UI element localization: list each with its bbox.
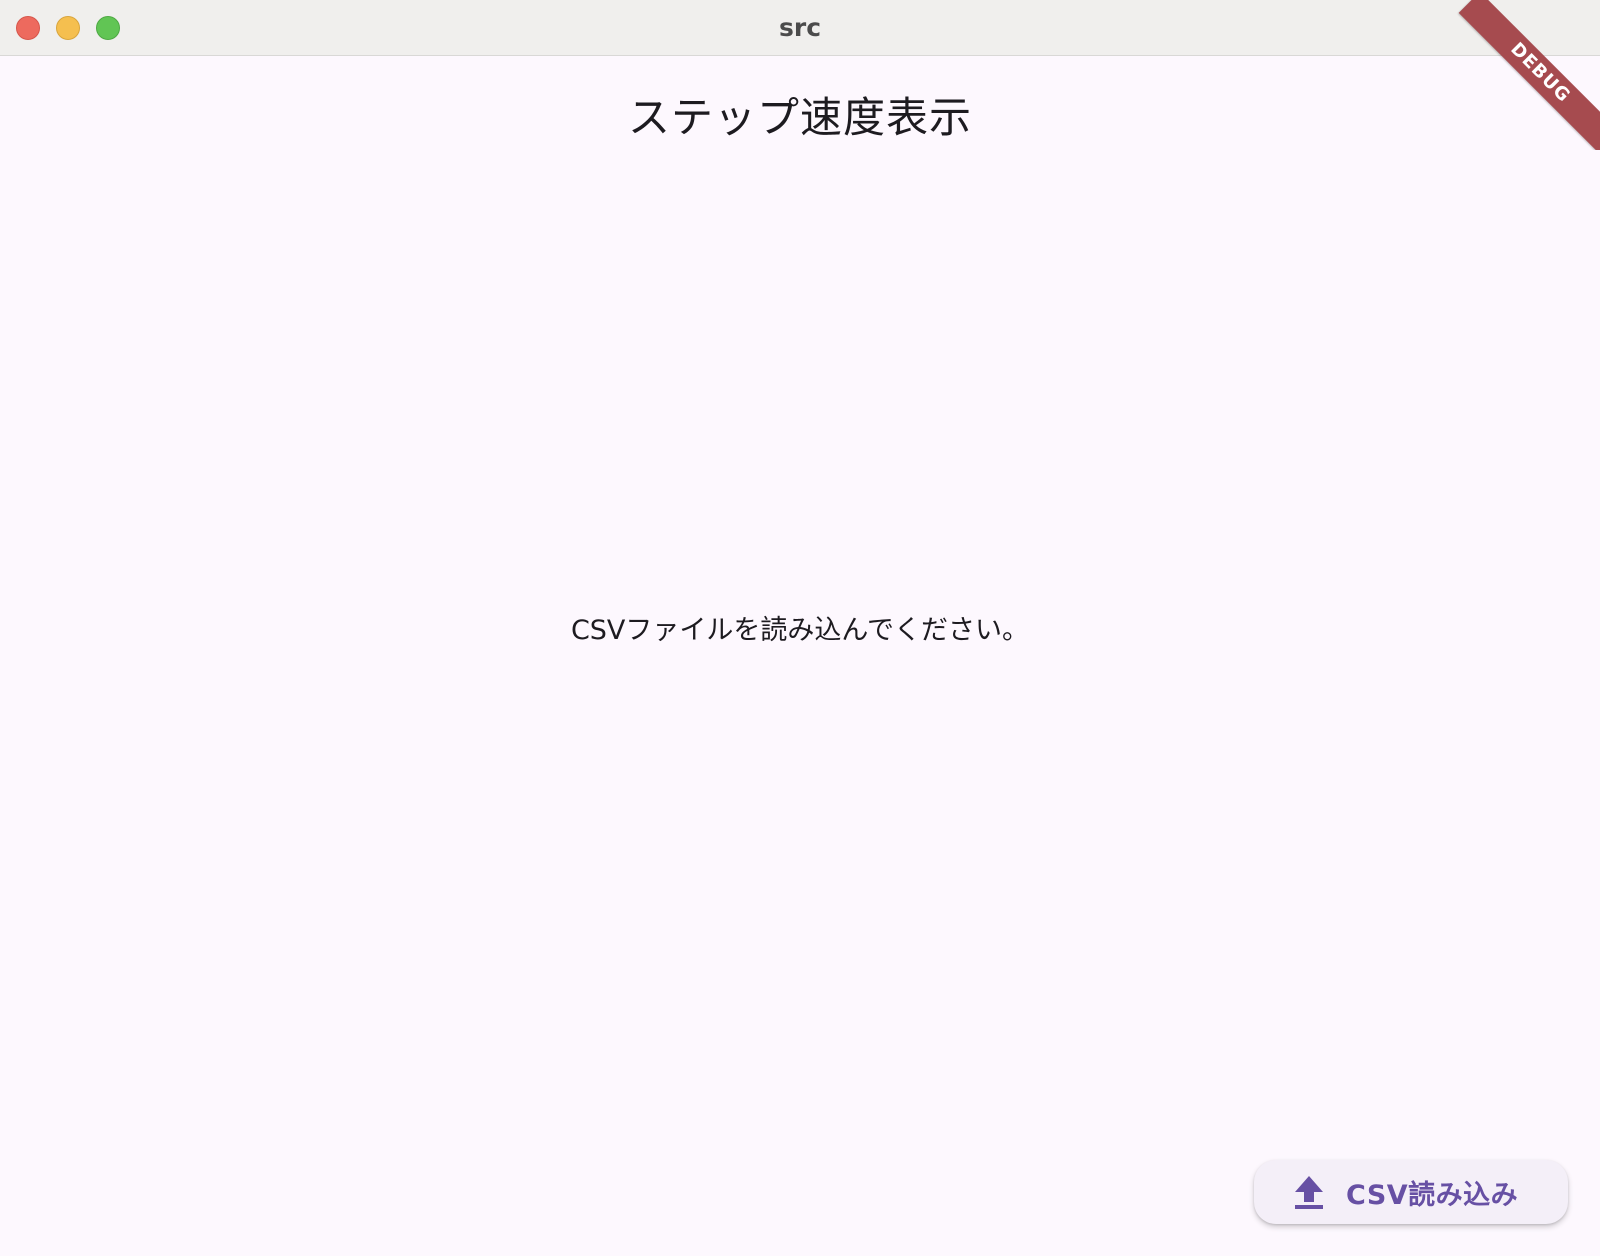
empty-state-message: CSVファイルを読み込んでください。 [570, 615, 1030, 646]
window-titlebar[interactable]: src [0, 0, 1600, 56]
upload-icon [1292, 1174, 1326, 1210]
page-title: ステップ速度表示 [627, 93, 972, 142]
app-window: src ステップ速度表示 CSVファイルを読み込んでください。 DEBUG CS… [0, 0, 1600, 1256]
window-title: src [778, 13, 822, 42]
load-csv-button[interactable]: CSV読み込み [1254, 1160, 1568, 1224]
load-csv-button-label: CSV読み込み [1346, 1179, 1519, 1211]
